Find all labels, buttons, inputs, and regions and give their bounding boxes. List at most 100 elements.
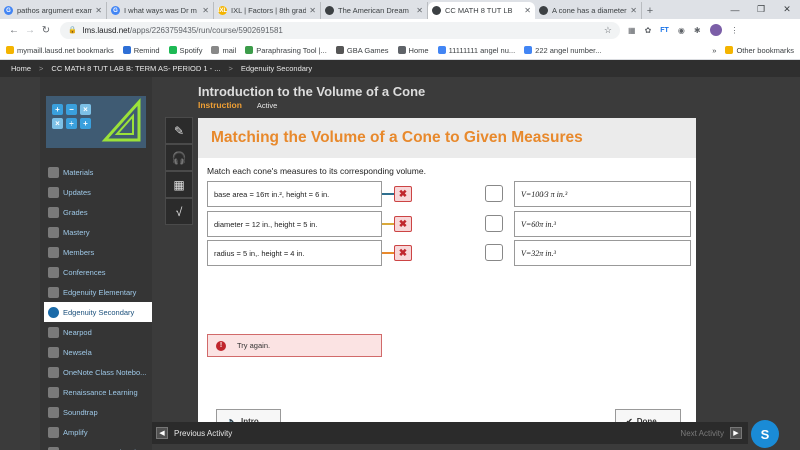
breadcrumb-course[interactable]: CC MATH 8 TUT LAB B: TERM AS- PERIOD 1 -… (51, 64, 220, 73)
alert-icon: ! (216, 340, 226, 351)
extension-icon[interactable]: ◉ (678, 26, 685, 35)
volume-card[interactable]: V=100⁄3 π in.³ (514, 181, 691, 207)
sidebar-nav-item[interactable]: Conferences (40, 262, 152, 282)
app-icon (48, 286, 59, 298)
extension-ft-icon[interactable]: FT (660, 27, 669, 34)
close-tab-icon[interactable]: ✕ (524, 6, 531, 15)
volume-card[interactable]: V=32π in.³ (514, 240, 691, 266)
headphones-icon[interactable]: 🎧 (165, 144, 193, 171)
app-icon (48, 246, 59, 258)
bookmark-item[interactable]: Paraphrasing Tool |... (245, 46, 327, 55)
lesson-title: Introduction to the Volume of a Cone (198, 84, 426, 96)
bookmark-item[interactable]: mymaill.lausd.net bookmarks (6, 46, 114, 55)
app-icon (48, 406, 59, 418)
plus-icon: + (52, 104, 63, 115)
activity-title: Matching the Volume of a Cone to Given M… (211, 129, 583, 146)
bookmark-item[interactable]: mail (211, 46, 236, 55)
match-slot[interactable] (485, 185, 503, 202)
app-icon (48, 446, 59, 450)
app-icon (48, 346, 59, 358)
bookmark-label: Spotify (179, 45, 203, 55)
remove-match-button[interactable]: ✖ (394, 245, 412, 261)
previous-activity-link[interactable]: Previous Activity (174, 429, 232, 438)
measure-card[interactable]: diameter = 12 in., height = 5 in. (207, 211, 382, 237)
close-tab-icon[interactable]: ✕ (309, 6, 316, 15)
previous-arrow-icon[interactable]: ◀ (156, 427, 168, 439)
sidebar-nav-item[interactable]: Renaissance Learning (40, 382, 152, 402)
bookmarks-overflow-button[interactable]: » (712, 46, 716, 55)
bookmark-star-icon[interactable]: ☆ (604, 25, 612, 36)
breadcrumb-home[interactable]: Home (11, 64, 31, 73)
close-window-icon[interactable]: ✕ (774, 4, 800, 15)
bookmark-item[interactable]: 11111111 angel nu... (437, 46, 515, 55)
forward-icon[interactable]: → (22, 25, 38, 36)
assistant-fab-button[interactable]: S (751, 420, 779, 448)
minimize-icon[interactable]: — (722, 5, 748, 15)
sidebar-nav-item[interactable]: Amplify (40, 422, 152, 442)
next-activity-link[interactable]: Next Activity (680, 429, 724, 438)
bookmark-item[interactable]: Home (397, 46, 429, 55)
restore-icon[interactable]: ❐ (748, 4, 774, 15)
browser-tab[interactable]: The American Dream ✕ (321, 2, 428, 19)
back-icon[interactable]: ← (6, 25, 22, 36)
pencil-icon[interactable]: ✎ (165, 117, 193, 144)
new-tab-button[interactable]: + (642, 2, 658, 19)
match-slot[interactable] (485, 244, 503, 261)
sidebar-nav-item[interactable]: OneNote Class Notebo... (40, 362, 152, 382)
sidebar-nav-item[interactable]: Newsela (40, 342, 152, 362)
bookmark-item[interactable]: GBA Games (335, 46, 389, 55)
breadcrumb: Home > CC MATH 8 TUT LAB B: TERM AS- PER… (0, 60, 800, 77)
breadcrumb-current[interactable]: Edgenuity Secondary (241, 64, 312, 73)
sidebar-nav-item[interactable]: Soundtrap (40, 402, 152, 422)
menu-kebab-icon[interactable]: ⋮ (731, 26, 739, 35)
bookmark-item[interactable]: Spotify (168, 45, 203, 55)
bookmark-icon (437, 46, 446, 54)
bookmark-icon (6, 46, 14, 54)
close-tab-icon[interactable]: ✕ (95, 6, 102, 15)
browser-tab[interactable]: Gpathos argument exam ✕ (0, 2, 107, 19)
sidebar-nav-item[interactable]: Grades (40, 202, 152, 222)
browser-tab[interactable]: G I what ways was Dr m ✕ (107, 2, 214, 19)
volume-card[interactable]: V=60π in.³ (514, 211, 691, 237)
extension-icon[interactable]: ✿ (645, 26, 652, 35)
sidebar-item-label: Newsela (63, 347, 92, 357)
app-icon (48, 326, 59, 338)
course-logo: + − × × ÷ + (46, 96, 146, 148)
bookmark-item[interactable]: Remind (122, 46, 160, 55)
folder-icon (725, 46, 734, 54)
profile-avatar[interactable] (709, 24, 722, 36)
next-arrow-icon[interactable]: ▶ (730, 427, 742, 439)
close-tab-icon[interactable]: ✕ (416, 6, 423, 15)
browser-tab[interactable]: IXL IXL | Factors | 8th grad ✕ (214, 2, 321, 19)
close-tab-icon[interactable]: ✕ (630, 6, 637, 15)
sidebar-item-label: Edgenuity Secondary (63, 307, 135, 317)
browser-tab[interactable]: CC MATH 8 TUT LB ✕ (428, 2, 535, 19)
puzzle-icon[interactable]: ✱ (694, 26, 701, 35)
sidebar-nav-item[interactable]: Tutor.com-CoA Virtual (40, 442, 152, 450)
sidebar-nav-item[interactable]: Nearpod (40, 322, 152, 342)
sidebar-nav-item[interactable]: Mastery (40, 222, 152, 242)
sidebar-nav-item[interactable]: Updates (40, 182, 152, 202)
close-tab-icon[interactable]: ✕ (202, 6, 209, 15)
bookmark-label: Paraphrasing Tool |... (256, 45, 327, 55)
bookmark-item[interactable]: 222 angel number... (524, 46, 601, 55)
url-field[interactable]: 🔒 lms.lausd.net /apps/2263759435/run/cou… (60, 21, 620, 39)
reload-icon[interactable]: ↻ (38, 25, 54, 36)
match-slot[interactable] (485, 215, 503, 232)
measure-card[interactable]: base area = 16π in.², height = 6 in. (207, 181, 382, 207)
calculator-icon[interactable]: ▦ (165, 171, 193, 198)
remove-match-button[interactable]: ✖ (394, 186, 412, 202)
measure-card[interactable]: radius = 5 in,. height = 4 in. (207, 240, 382, 266)
browser-tab[interactable]: A cone has a diameter ✕ (535, 2, 642, 19)
tab-favicon-icon (325, 6, 334, 15)
remove-match-button[interactable]: ✖ (394, 216, 412, 232)
bookmark-icon (211, 46, 220, 54)
sidebar-nav-item[interactable]: Members (40, 242, 152, 262)
formula-icon[interactable]: √ (165, 198, 193, 225)
browser-tab-strip: Gpathos argument exam ✕ G I what ways was D… (0, 0, 800, 19)
sidebar-nav-item[interactable]: Edgenuity Elementary (40, 282, 152, 302)
extension-icon[interactable]: ▦ (628, 26, 636, 35)
other-bookmarks-folder[interactable]: Other bookmarks (725, 46, 794, 55)
sidebar-nav-item[interactable]: Materials (40, 162, 152, 182)
sidebar-nav-item[interactable]: Edgenuity Secondary (44, 302, 152, 322)
